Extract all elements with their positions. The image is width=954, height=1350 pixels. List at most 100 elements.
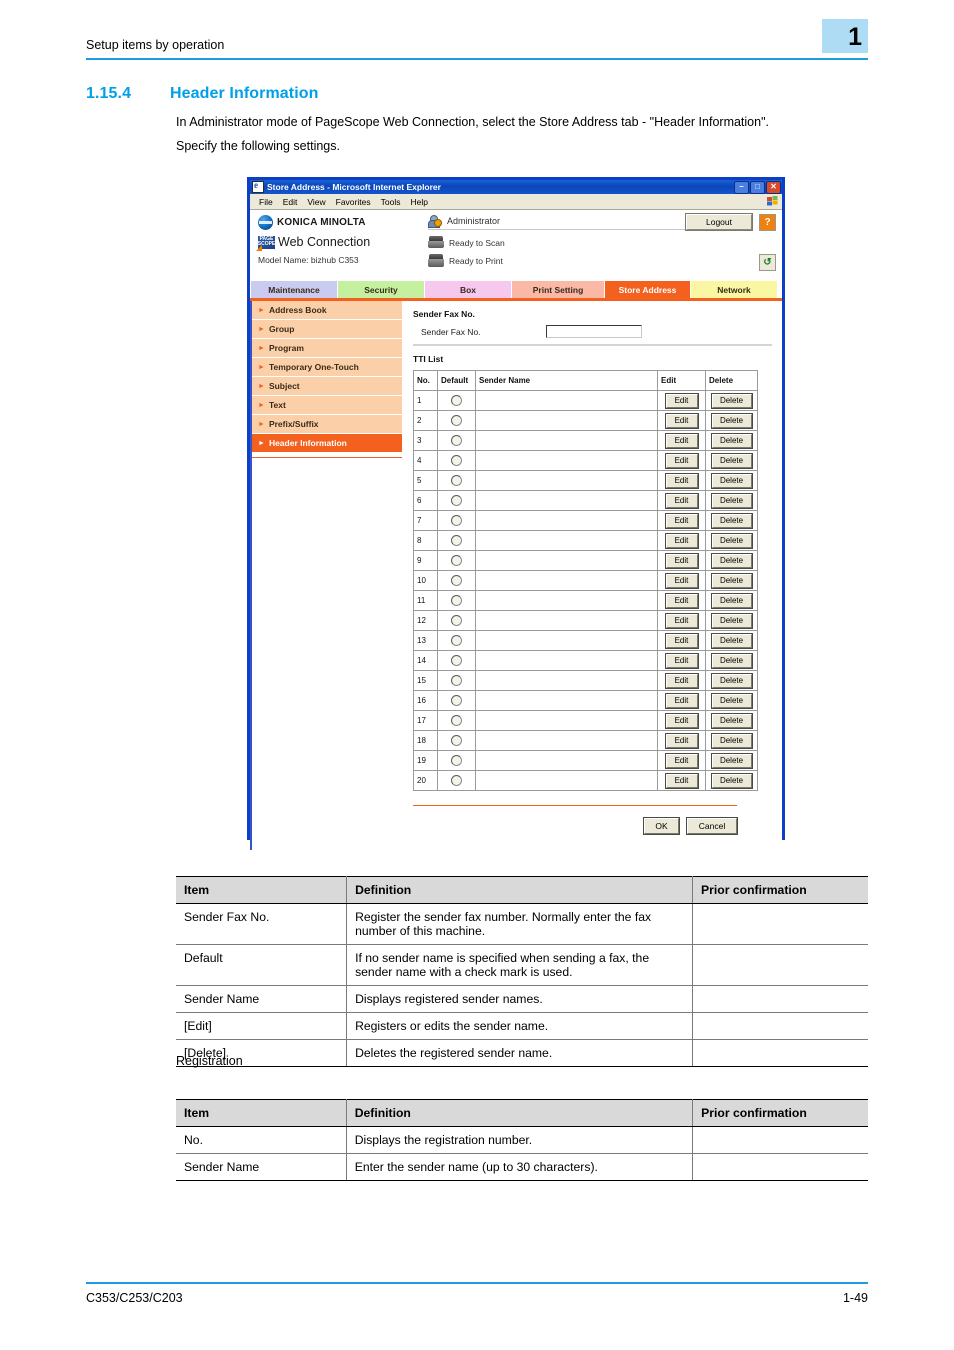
- edit-button[interactable]: Edit: [664, 772, 699, 789]
- default-radio-button[interactable]: [451, 415, 462, 426]
- cell-default[interactable]: [437, 430, 476, 451]
- delete-button[interactable]: Delete: [710, 652, 753, 669]
- delete-button[interactable]: Delete: [710, 612, 753, 629]
- default-radio-button[interactable]: [451, 715, 462, 726]
- edit-button[interactable]: Edit: [664, 592, 699, 609]
- default-radio-button[interactable]: [451, 735, 462, 746]
- tab-maintenance[interactable]: Maintenance: [251, 281, 338, 298]
- cell-delete[interactable]: Delete: [705, 490, 758, 511]
- cell-default[interactable]: [437, 590, 476, 611]
- cell-delete[interactable]: Delete: [705, 510, 758, 531]
- cell-edit[interactable]: Edit: [657, 390, 706, 411]
- cell-default[interactable]: [437, 730, 476, 751]
- menu-item-help[interactable]: Help: [405, 197, 432, 207]
- cell-default[interactable]: [437, 770, 476, 791]
- sidebar-item-temporary-one-touch[interactable]: ► Temporary One-Touch: [250, 358, 402, 377]
- cell-edit[interactable]: Edit: [657, 730, 706, 751]
- menu-item-file[interactable]: File: [254, 197, 278, 207]
- tab-print-setting[interactable]: Print Setting: [512, 281, 605, 298]
- edit-button[interactable]: Edit: [664, 612, 699, 629]
- default-radio-button[interactable]: [451, 675, 462, 686]
- default-radio-button[interactable]: [451, 695, 462, 706]
- cell-delete[interactable]: Delete: [705, 650, 758, 671]
- cell-edit[interactable]: Edit: [657, 470, 706, 491]
- cell-default[interactable]: [437, 530, 476, 551]
- delete-button[interactable]: Delete: [710, 692, 753, 709]
- edit-button[interactable]: Edit: [664, 652, 699, 669]
- cell-default[interactable]: [437, 690, 476, 711]
- delete-button[interactable]: Delete: [710, 552, 753, 569]
- cell-default[interactable]: [437, 710, 476, 731]
- default-radio-button[interactable]: [451, 755, 462, 766]
- menu-item-edit[interactable]: Edit: [278, 197, 303, 207]
- cell-delete[interactable]: Delete: [705, 450, 758, 471]
- cell-delete[interactable]: Delete: [705, 470, 758, 491]
- cancel-button[interactable]: Cancel: [686, 817, 738, 835]
- cell-default[interactable]: [437, 650, 476, 671]
- cell-delete[interactable]: Delete: [705, 710, 758, 731]
- logout-button[interactable]: Logout: [685, 213, 753, 231]
- delete-button[interactable]: Delete: [710, 512, 753, 529]
- delete-button[interactable]: Delete: [710, 632, 753, 649]
- cell-edit[interactable]: Edit: [657, 450, 706, 471]
- edit-button[interactable]: Edit: [664, 712, 699, 729]
- cell-edit[interactable]: Edit: [657, 510, 706, 531]
- delete-button[interactable]: Delete: [710, 432, 753, 449]
- delete-button[interactable]: Delete: [710, 672, 753, 689]
- cell-edit[interactable]: Edit: [657, 570, 706, 591]
- sidebar-item-prefix-suffix[interactable]: ► Prefix/Suffix: [250, 415, 402, 434]
- sidebar-item-subject[interactable]: ► Subject: [250, 377, 402, 396]
- delete-button[interactable]: Delete: [710, 772, 753, 789]
- tab-store-address[interactable]: Store Address: [605, 281, 691, 298]
- cell-edit[interactable]: Edit: [657, 650, 706, 671]
- delete-button[interactable]: Delete: [710, 472, 753, 489]
- edit-button[interactable]: Edit: [664, 532, 699, 549]
- tab-box[interactable]: Box: [425, 281, 512, 298]
- sidebar-item-header-information[interactable]: ► Header Information: [250, 434, 402, 453]
- edit-button[interactable]: Edit: [664, 452, 699, 469]
- delete-button[interactable]: Delete: [710, 532, 753, 549]
- sidebar-item-program[interactable]: ► Program: [250, 339, 402, 358]
- cell-delete[interactable]: Delete: [705, 770, 758, 791]
- default-radio-button[interactable]: [451, 655, 462, 666]
- edit-button[interactable]: Edit: [664, 732, 699, 749]
- delete-button[interactable]: Delete: [710, 412, 753, 429]
- cell-delete[interactable]: Delete: [705, 690, 758, 711]
- cell-delete[interactable]: Delete: [705, 550, 758, 571]
- default-radio-button[interactable]: [451, 555, 462, 566]
- cell-edit[interactable]: Edit: [657, 610, 706, 631]
- cell-edit[interactable]: Edit: [657, 410, 706, 431]
- delete-button[interactable]: Delete: [710, 752, 753, 769]
- cell-edit[interactable]: Edit: [657, 670, 706, 691]
- default-radio-button[interactable]: [451, 475, 462, 486]
- cell-edit[interactable]: Edit: [657, 550, 706, 571]
- default-radio-button[interactable]: [451, 495, 462, 506]
- cell-delete[interactable]: Delete: [705, 590, 758, 611]
- menu-item-view[interactable]: View: [302, 197, 330, 207]
- maximize-button[interactable]: □: [750, 180, 765, 194]
- edit-button[interactable]: Edit: [664, 412, 699, 429]
- cell-edit[interactable]: Edit: [657, 630, 706, 651]
- tab-security[interactable]: Security: [338, 281, 425, 298]
- cell-default[interactable]: [437, 610, 476, 631]
- edit-button[interactable]: Edit: [664, 552, 699, 569]
- sidebar-item-group[interactable]: ► Group: [250, 320, 402, 339]
- cell-delete[interactable]: Delete: [705, 570, 758, 591]
- cell-delete[interactable]: Delete: [705, 750, 758, 771]
- menu-item-tools[interactable]: Tools: [376, 197, 406, 207]
- cell-edit[interactable]: Edit: [657, 590, 706, 611]
- cell-default[interactable]: [437, 670, 476, 691]
- default-radio-button[interactable]: [451, 455, 462, 466]
- cell-edit[interactable]: Edit: [657, 770, 706, 791]
- default-radio-button[interactable]: [451, 775, 462, 786]
- default-radio-button[interactable]: [451, 635, 462, 646]
- delete-button[interactable]: Delete: [710, 492, 753, 509]
- default-radio-button[interactable]: [451, 575, 462, 586]
- tab-network[interactable]: Network: [691, 281, 778, 298]
- cell-edit[interactable]: Edit: [657, 430, 706, 451]
- cell-edit[interactable]: Edit: [657, 690, 706, 711]
- cell-default[interactable]: [437, 630, 476, 651]
- edit-button[interactable]: Edit: [664, 472, 699, 489]
- sidebar-item-text[interactable]: ► Text: [250, 396, 402, 415]
- cell-delete[interactable]: Delete: [705, 430, 758, 451]
